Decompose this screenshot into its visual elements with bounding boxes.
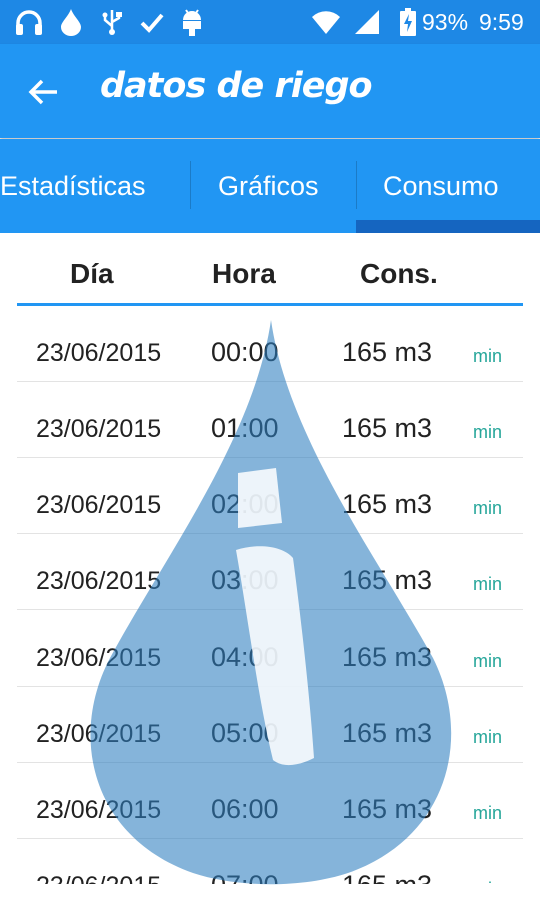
row-time: 01:00 [211,413,279,443]
row-unit: min [473,498,503,518]
row-unit: min [473,651,503,671]
check-icon [140,8,164,36]
row-consumption: 165 m3 [342,565,433,595]
back-button[interactable] [26,72,66,112]
row-unit: min [473,574,503,594]
tab-estadisticas[interactable]: Estadísticas [0,139,146,233]
table-row[interactable]: 23/06/2015 03:00 165 m3 min [0,534,540,610]
row-time: 00:00 [211,337,279,367]
row-date: 23/06/2015 [36,796,162,824]
row-unit: min [473,803,503,823]
table-header: Día Hora Cons. [0,240,540,306]
column-header-dia: Día [70,258,114,289]
tab-graficos[interactable]: Gráficos [218,139,319,233]
row-consumption: 165 m3 [342,337,433,367]
selected-tab-indicator [356,220,540,233]
usb-icon [101,8,123,36]
battery-charging-icon [400,8,416,36]
column-header-hora: Hora [212,258,276,289]
row-consumption: 165 m3 [342,718,433,748]
table-row[interactable]: 23/06/2015 02:00 165 m3 min [0,458,540,534]
tab-bar: Estadísticas Gráficos Consumo [0,139,540,233]
row-time: 07:00 [211,870,279,884]
wifi-icon [311,8,341,36]
column-header-cons: Cons. [360,258,438,289]
tab-consumo[interactable]: Consumo [383,139,499,233]
status-bar: 93% 9:59 [0,0,540,44]
row-date: 23/06/2015 [36,491,162,519]
row-consumption: 165 m3 [342,870,432,884]
table-row[interactable]: 23/06/2015 00:00 165 m3 min [0,306,540,382]
signal-icon [354,8,380,36]
row-consumption: 165 m3 [342,413,433,443]
row-consumption: 165 m3 [342,794,433,824]
row-time: 05:00 [211,718,279,748]
status-clock: 9:59 [479,9,524,35]
headphones-icon [14,8,44,36]
table-row[interactable]: 23/06/2015 07:00 165 m3 min [0,839,540,884]
row-divider [17,609,523,610]
row-consumption: 165 m3 [342,489,433,519]
table-row[interactable]: 23/06/2015 01:00 165 m3 min [0,382,540,458]
row-date: 23/06/2015 [36,339,162,367]
row-consumption: 165 m3 [342,642,433,672]
table-row[interactable]: 23/06/2015 06:00 165 m3 min [0,763,540,839]
page-title: datos de riego [100,66,373,106]
tab-divider [190,161,191,209]
row-date: 23/06/2015 [36,644,162,672]
row-unit: min [473,727,503,747]
table-row[interactable]: 23/06/2015 04:00 165 m3 min [0,611,540,687]
row-time: 06:00 [211,794,279,824]
water-drop-icon [60,8,82,36]
row-unit: min [473,879,502,884]
row-date: 23/06/2015 [36,415,162,443]
row-time: 02:00 [211,489,279,519]
arrow-back-icon [26,79,60,113]
consumption-list[interactable]: 23/06/2015 00:00 165 m3 min 23/06/2015 0… [0,306,540,884]
row-time: 04:00 [211,642,279,672]
row-date: 23/06/2015 [36,872,161,884]
battery-percentage: 93% [422,9,469,35]
row-date: 23/06/2015 [36,567,162,595]
row-unit: min [473,422,503,442]
row-date: 23/06/2015 [36,720,162,748]
table-row[interactable]: 23/06/2015 05:00 165 m3 min [0,687,540,763]
android-icon [180,8,204,36]
tab-divider [356,161,357,209]
row-unit: min [473,346,503,366]
app-bar: datos de riego [0,44,540,138]
row-time: 03:00 [211,565,279,595]
